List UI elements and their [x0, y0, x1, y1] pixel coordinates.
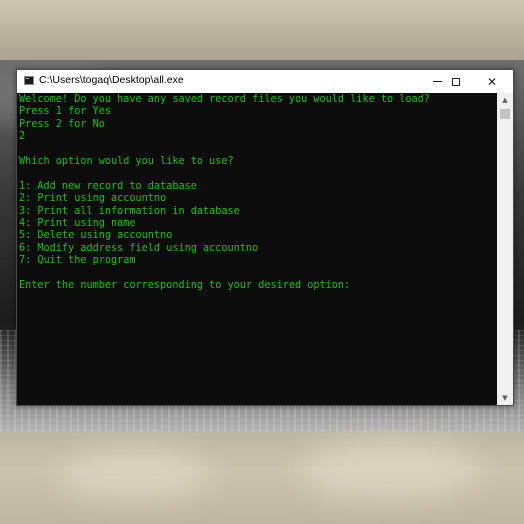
close-button[interactable]: ✕	[474, 70, 510, 93]
console-line: 7: Quit the program	[19, 255, 136, 267]
console-line: Press 1 for Yes	[19, 106, 112, 118]
console-line: Press 2 for No	[19, 118, 105, 130]
window-title: C:\Users\togaq\Desktop\all.exe	[39, 74, 184, 86]
console-line: 2	[19, 131, 26, 143]
title-bar[interactable]: C:\Users\togaq\Desktop\all.exe ✕	[17, 70, 513, 93]
scroll-down-arrow-icon[interactable]: ▼	[497, 391, 513, 405]
console-line: 4: Print using name	[19, 217, 136, 229]
console-line: Welcome! Do you have any saved record fi…	[19, 94, 430, 105]
background-top-band	[0, 0, 524, 60]
console-line: Enter the number corresponding to your d…	[19, 279, 351, 291]
vertical-scrollbar[interactable]: ▲ ▼	[497, 93, 513, 405]
scroll-up-arrow-icon[interactable]: ▲	[497, 93, 513, 107]
console-line: 1: Add new record to database	[19, 180, 197, 192]
background-blur	[60, 450, 210, 500]
console-line: 5: Delete using accountno	[19, 230, 173, 242]
console-app-icon	[24, 76, 34, 85]
scrollbar-thumb[interactable]	[500, 109, 510, 119]
background-blur	[300, 440, 480, 500]
console-window[interactable]: C:\Users\togaq\Desktop\all.exe ✕ Welcome…	[16, 69, 514, 406]
desktop-background: C:\Users\togaq\Desktop\all.exe ✕ Welcome…	[0, 0, 524, 524]
console-line: Which option would you like to use?	[19, 155, 234, 167]
console-output-area[interactable]: Welcome! Do you have any saved record fi…	[17, 93, 497, 405]
console-line: 3: Print all information in database	[19, 205, 240, 217]
console-line: 6: Modify address field using accountno	[19, 242, 259, 254]
maximize-icon	[452, 77, 460, 86]
maximize-button[interactable]	[438, 70, 474, 93]
console-line: 2: Print using accountno	[19, 193, 167, 205]
console-text: Welcome! Do you have any saved record fi…	[17, 93, 497, 292]
close-icon: ✕	[486, 74, 498, 89]
